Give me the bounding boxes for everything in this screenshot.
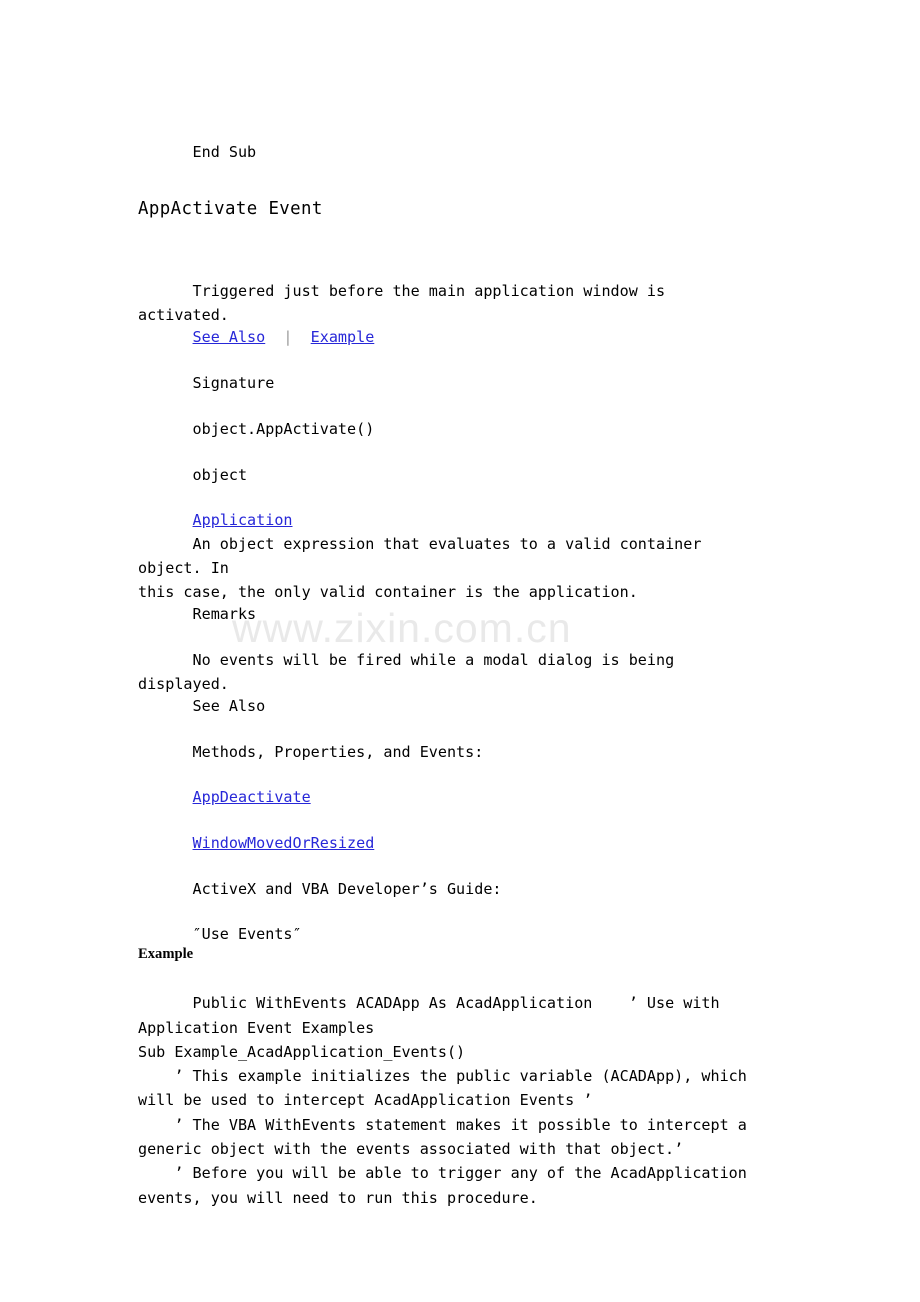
page-title: AppActivate Event: [138, 199, 323, 219]
signature-code-text: object.AppActivate(): [192, 420, 375, 438]
example-code-block: Public WithEvents ACADApp As AcadApplica…: [138, 967, 798, 1234]
example-link[interactable]: Example: [311, 328, 375, 346]
guide-label-text: ActiveX and VBA Developer’s Guide:: [192, 880, 502, 898]
example-code-text: Public WithEvents ACADApp As AcadApplica…: [138, 994, 747, 1207]
document-page: www.zixin.com.cn End Sub AppActivate Eve…: [0, 0, 920, 1302]
signature-label-text: Signature: [192, 374, 275, 392]
nav-separator: |: [265, 328, 311, 346]
guide-topic-text: ″Use Events″: [192, 925, 302, 943]
guide-topic: ″Use Events″: [138, 898, 302, 970]
end-sub-text: End Sub: [192, 143, 257, 161]
see-also-label-text: See Also: [192, 697, 266, 715]
window-moved-or-resized-link[interactable]: WindowMovedOrResized: [193, 834, 375, 852]
object-label-text: object: [192, 466, 248, 484]
mpe-label-text: Methods, Properties, and Events:: [192, 743, 484, 761]
app-deactivate-link[interactable]: AppDeactivate: [193, 788, 311, 806]
see-also-link[interactable]: See Also: [193, 328, 266, 346]
remarks-label-text: Remarks: [192, 605, 257, 623]
end-sub-line: End Sub: [138, 116, 257, 188]
